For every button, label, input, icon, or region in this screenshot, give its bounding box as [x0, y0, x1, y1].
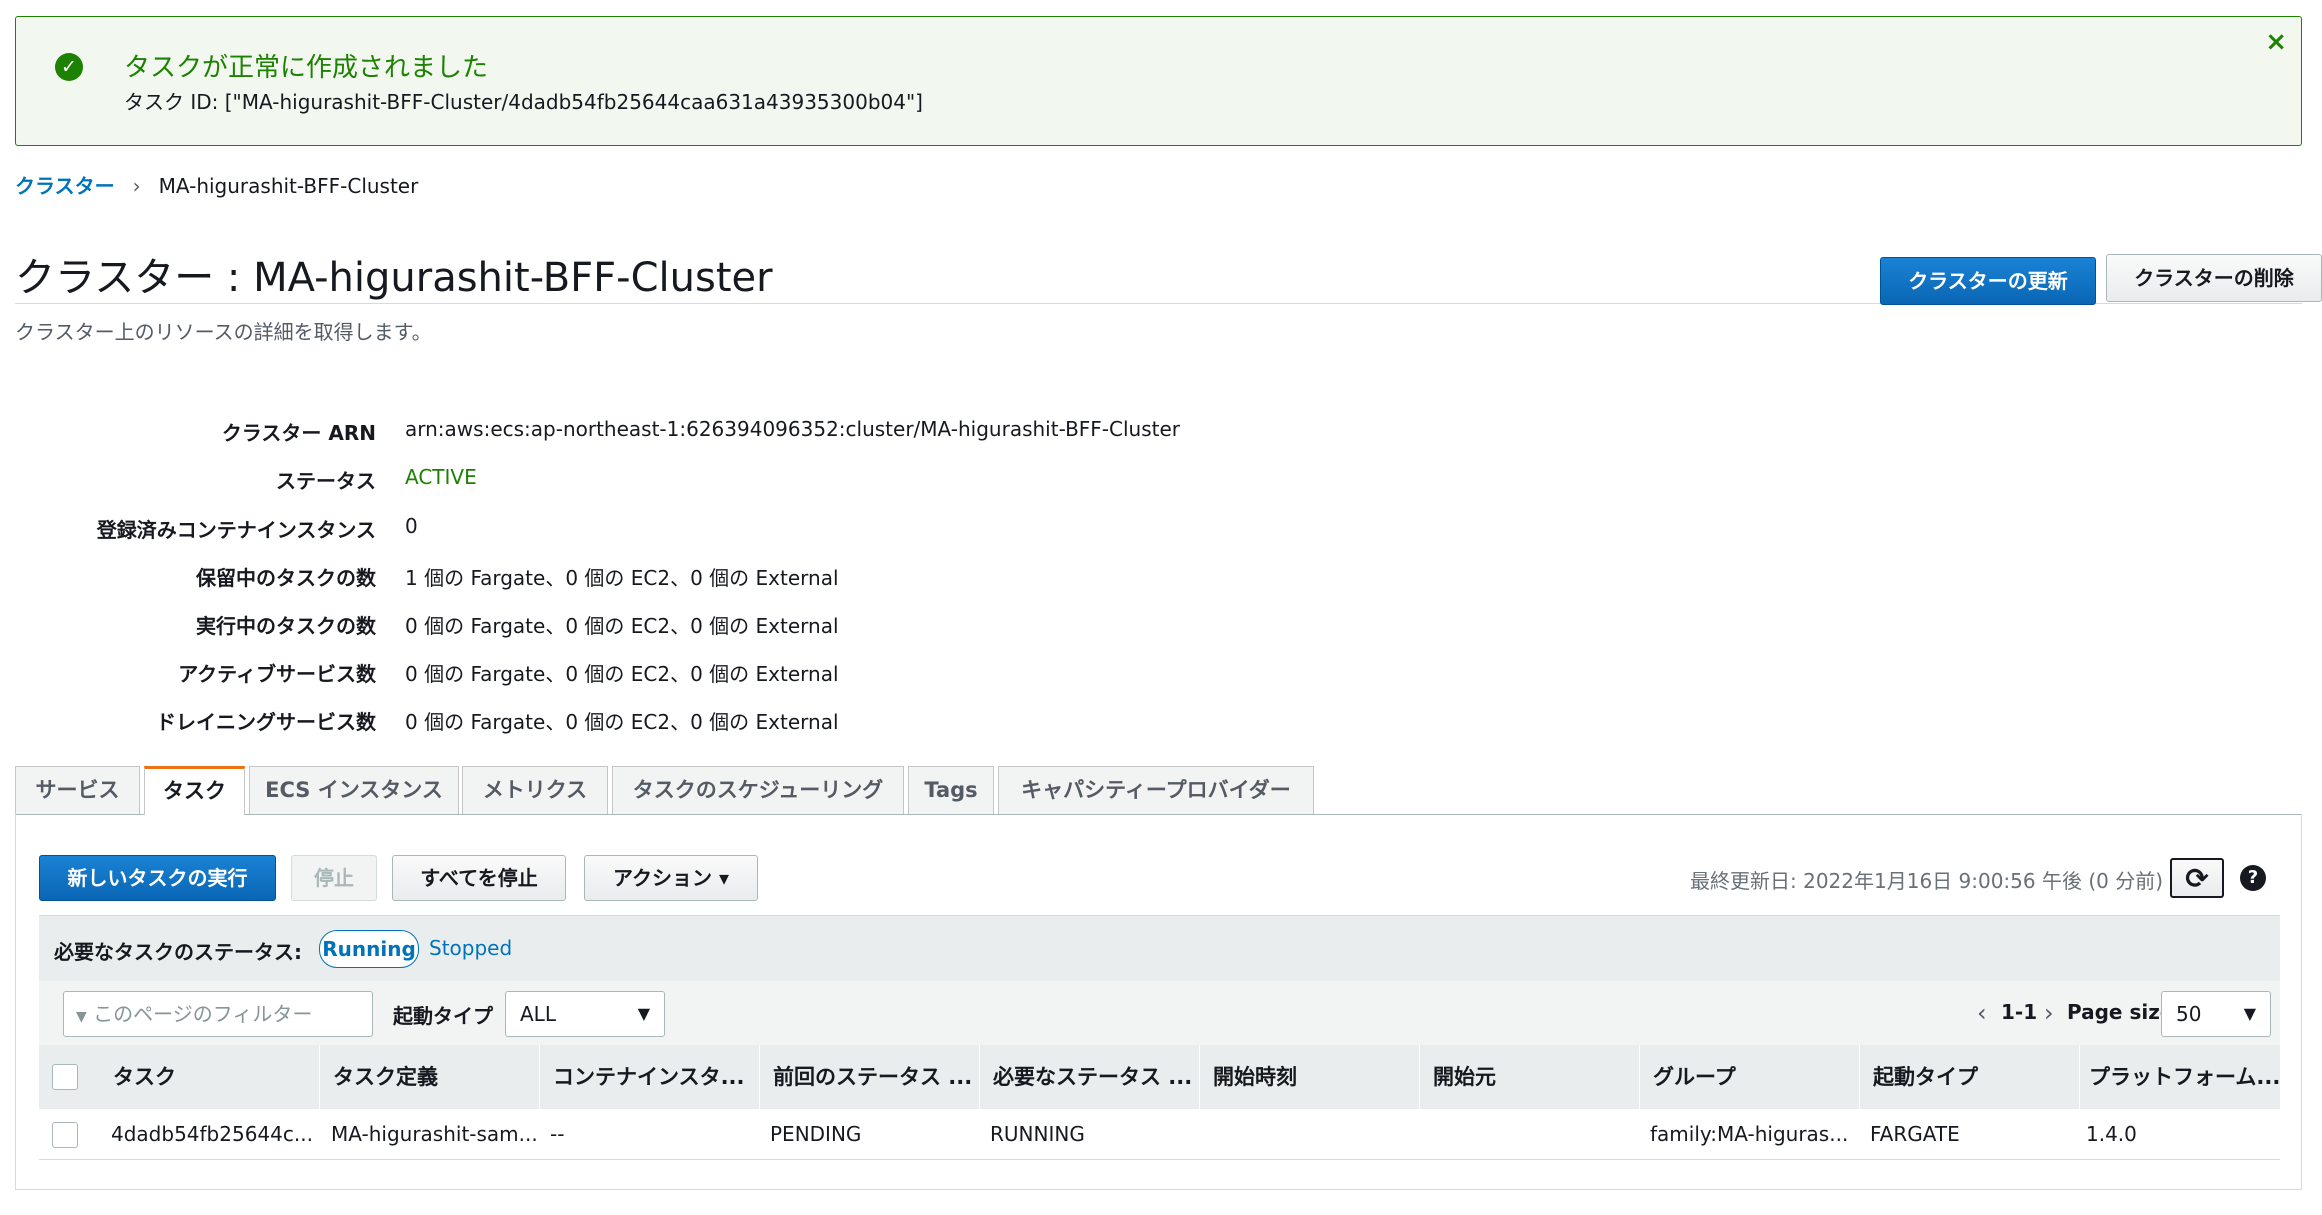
detail-label: 保留中のタスクの数: [196, 566, 376, 590]
task-definition-link[interactable]: MA-higurashit-sam...: [331, 1109, 536, 1159]
stop-button[interactable]: 停止: [291, 855, 377, 901]
table-row: 4dadb54fb25644c... MA-higurashit-sam... …: [39, 1109, 2280, 1160]
prev-page-icon[interactable]: ‹: [1977, 999, 1987, 1027]
pagination-range: 1-1: [2001, 1000, 2038, 1024]
column-header-group[interactable]: グループ: [1653, 1045, 1853, 1109]
delete-cluster-button[interactable]: クラスターの削除: [2106, 254, 2322, 302]
filter-icon: ▼: [76, 1009, 87, 1025]
draining-services-value: 0 個の Fargate、0 個の EC2、0 個の External: [405, 710, 839, 734]
group-cell: family:MA-higuras...: [1650, 1122, 1849, 1146]
tab-task-scheduling[interactable]: タスクのスケジューリング: [612, 766, 904, 814]
run-new-task-button[interactable]: 新しいタスクの実行: [39, 855, 276, 901]
chevron-down-icon: ▼: [2243, 1004, 2256, 1023]
status-running-pill[interactable]: Running: [319, 930, 419, 968]
breadcrumb-current: MA-higurashit-BFF-Cluster: [158, 174, 419, 198]
launch-type-value: ALL: [520, 1002, 556, 1026]
started-by-cell: [1430, 1109, 1630, 1159]
tab-services[interactable]: サービス: [15, 766, 140, 814]
success-flash-banner: ✓ タスクが正常に作成されました タスク ID: ["MA-higurashit…: [15, 16, 2302, 146]
check-circle-icon: ✓: [55, 53, 83, 81]
cluster-status-value: ACTIVE: [405, 465, 477, 489]
column-header-last-status[interactable]: 前回のステータス ...: [773, 1045, 973, 1109]
launch-type-select[interactable]: ALL ▼: [505, 991, 665, 1037]
tab-capacity-providers[interactable]: キャパシティープロバイダー: [998, 766, 1314, 814]
desired-status-bar: 必要なタスクのステータス: Running Stopped: [39, 915, 2280, 982]
actions-dropdown-button[interactable]: アクション ▾: [584, 855, 758, 901]
last-status-cell: PENDING: [770, 1122, 862, 1146]
breadcrumb: クラスター › MA-higurashit-BFF-Cluster: [15, 170, 418, 199]
page-size-select[interactable]: 50 ▼: [2161, 991, 2271, 1037]
detail-label: アクティブサービス数: [178, 662, 376, 686]
running-tasks-value: 0 個の Fargate、0 個の EC2、0 個の External: [405, 614, 839, 638]
flash-detail: タスク ID: ["MA-higurashit-BFF-Cluster/4dad…: [124, 90, 923, 114]
page-filter-input[interactable]: ▼ このページのフィルター: [63, 991, 373, 1037]
tasks-table-header: タスク タスク定義 コンテナインスタ... 前回のステータス ... 必要なステ…: [39, 1045, 2280, 1109]
filter-bar: ▼ このページのフィルター 起動タイプ ALL ▼ ‹ 1-1 › Page s…: [39, 981, 2280, 1045]
tab-tasks[interactable]: タスク: [144, 766, 245, 815]
help-icon[interactable]: ?: [2240, 865, 2266, 891]
chevron-down-icon: ▼: [637, 1004, 650, 1023]
tab-bar: サービス タスク ECS インスタンス メトリクス タスクのスケジューリング T…: [15, 766, 2302, 815]
cluster-arn-value: arn:aws:ecs:ap-northeast-1:626394096352:…: [405, 417, 1181, 441]
pending-tasks-value: 1 個の Fargate、0 個の EC2、0 個の External: [405, 566, 839, 590]
column-header-task[interactable]: タスク: [113, 1045, 323, 1109]
detail-label: ステータス: [276, 469, 376, 493]
flash-title: タスクが正常に作成されました: [124, 53, 489, 83]
column-header-desired-status[interactable]: 必要なステータス ...: [993, 1045, 1193, 1109]
page-title: クラスター : MA-higurashit-BFF-Cluster: [15, 255, 773, 301]
desired-status-cell: RUNNING: [990, 1122, 1085, 1146]
column-header-task-definition[interactable]: タスク定義: [333, 1045, 533, 1109]
tab-ecs-instances[interactable]: ECS インスタンス: [249, 766, 459, 814]
status-stopped-link[interactable]: Stopped: [429, 936, 512, 960]
page-description: クラスター上のリソースの詳細を取得します。: [15, 320, 432, 344]
started-at-cell: [1210, 1109, 1410, 1159]
select-all-checkbox[interactable]: [52, 1064, 78, 1090]
update-cluster-button[interactable]: クラスターの更新: [1880, 257, 2096, 305]
tab-metrics[interactable]: メトリクス: [462, 766, 608, 814]
page-size-label: Page size: [2067, 1000, 2174, 1024]
next-page-icon[interactable]: ›: [2044, 999, 2054, 1027]
tab-tags[interactable]: Tags: [908, 766, 994, 814]
last-updated-text: 最終更新日: 2022年1月16日 9:00:56 午後 (0 分前): [1690, 869, 2164, 893]
column-header-container-instance[interactable]: コンテナインスタ...: [553, 1045, 753, 1109]
detail-label: クラスター ARN: [221, 421, 376, 445]
close-icon[interactable]: ×: [2265, 27, 2287, 57]
page-filter-placeholder: このページのフィルター: [93, 1002, 313, 1026]
container-instance-cell: --: [550, 1122, 565, 1146]
column-header-started-at[interactable]: 開始時刻: [1213, 1045, 1413, 1109]
refresh-icon[interactable]: ⟳: [2170, 858, 2224, 898]
launch-type-label: 起動タイプ: [393, 1004, 493, 1028]
active-services-value: 0 個の Fargate、0 個の EC2、0 個の External: [405, 662, 839, 686]
detail-label: 実行中のタスクの数: [196, 614, 376, 638]
column-header-started-by[interactable]: 開始元: [1433, 1045, 1633, 1109]
stop-all-button[interactable]: すべてを停止: [392, 855, 566, 901]
row-checkbox[interactable]: [52, 1122, 78, 1148]
column-header-launch-type[interactable]: 起動タイプ: [1873, 1045, 2073, 1109]
desired-status-label: 必要なタスクのステータス:: [54, 940, 302, 964]
column-header-platform-version[interactable]: プラットフォーム...: [2089, 1045, 2279, 1109]
task-id-link[interactable]: 4dadb54fb25644c...: [111, 1109, 321, 1159]
page-size-value: 50: [2176, 1002, 2202, 1026]
container-instances-value: 0: [405, 514, 418, 538]
detail-label: 登録済みコンテナインスタンス: [96, 518, 376, 542]
platform-version-cell: 1.4.0: [2086, 1122, 2137, 1146]
detail-label: ドレイニングサービス数: [156, 710, 376, 734]
breadcrumb-clusters-link[interactable]: クラスター: [15, 174, 115, 198]
launch-type-cell: FARGATE: [1870, 1122, 1960, 1146]
breadcrumb-separator-icon: ›: [132, 174, 141, 198]
